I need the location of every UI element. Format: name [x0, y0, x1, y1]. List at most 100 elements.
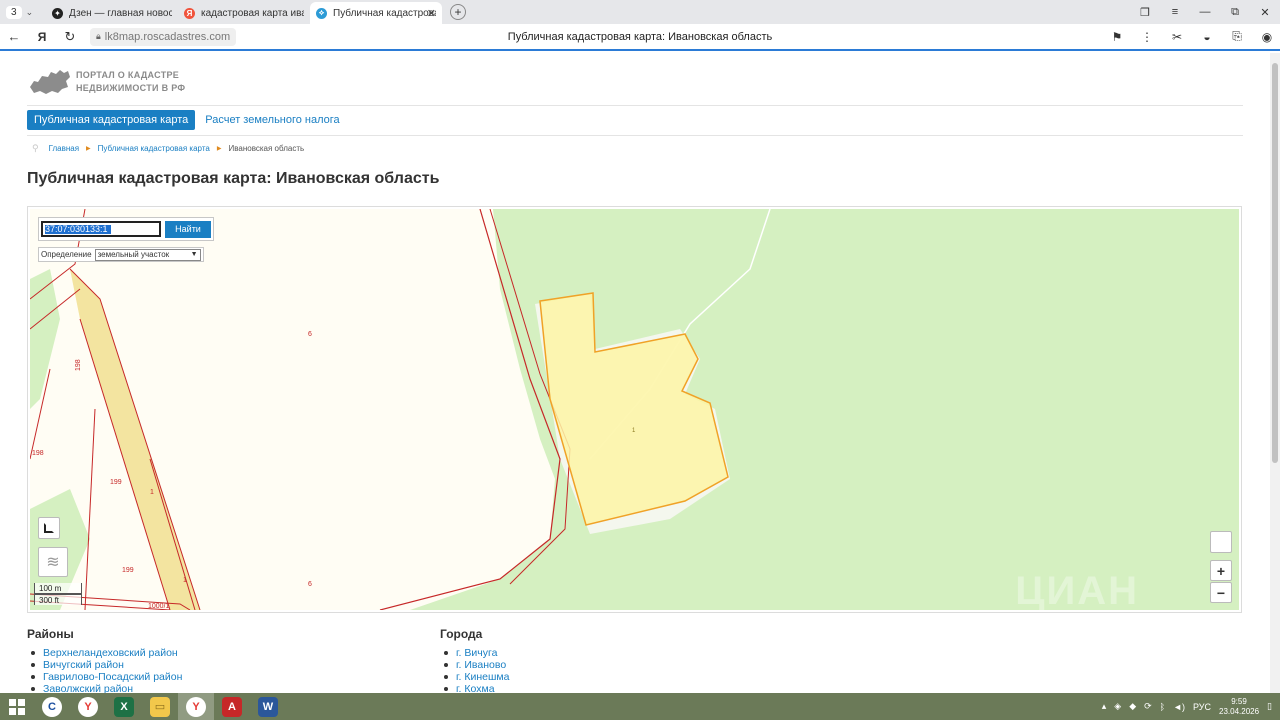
location-pin-icon: ⚲ [32, 143, 39, 153]
minimize-icon[interactable]: — [1190, 6, 1220, 18]
language-indicator[interactable]: РУС [1193, 702, 1211, 712]
bookmarks-panel-icon[interactable]: ❐ [1130, 6, 1160, 19]
shield-icon[interactable]: ◆ [1129, 701, 1136, 712]
divider [27, 135, 1243, 136]
tab-dzen[interactable]: ✦ Дзен — главная новостная [46, 2, 178, 24]
chevron-down-icon[interactable]: ⌄ [26, 7, 34, 18]
breadcrumb-home[interactable]: Главная [49, 144, 79, 153]
logo-line-1: ПОРТАЛ О КАДАСТРЕ [76, 70, 180, 80]
close-icon[interactable]: ✕ [427, 7, 436, 20]
logo-text: ПОРТАЛ О КАДАСТРЕ НЕДВИЖИМОСТИ В РФ [76, 69, 185, 95]
breadcrumb-cadastral-map[interactable]: Публичная кадастровая карта [98, 144, 210, 153]
more-icon[interactable]: ⋮ [1138, 30, 1156, 44]
sync-icon[interactable]: ⟳ [1144, 701, 1152, 712]
cadastral-number-input[interactable] [41, 221, 161, 237]
city-link[interactable]: г. Кохма [440, 683, 509, 693]
taskbar-word[interactable]: W [250, 693, 286, 720]
chevron-up-icon[interactable]: ▴ [1102, 701, 1107, 712]
site-logo[interactable]: ПОРТАЛ О КАДАСТРЕ НЕДВИЖИМОСТИ В РФ [28, 67, 185, 97]
definition-panel: Определение земельный участок ▼ [38, 247, 204, 262]
downloads-icon[interactable]: ◒ [1198, 30, 1216, 44]
city-link[interactable]: г. Кинешма [440, 671, 509, 683]
cadastral-map[interactable]: 6 198 198 199 1 199 1 6 1000/1 1 Найти О… [30, 209, 1239, 610]
layers-button[interactable]: ≋ [38, 547, 68, 577]
taskbar-explorer[interactable]: ▭ [142, 693, 178, 720]
word-icon: W [258, 696, 278, 717]
menu-icon[interactable]: ≡ [1160, 6, 1190, 18]
windows-taskbar: C Y X ▭ Y A W ▴ ◈ ◆ ⟳ ᛒ ◄) РУС 9:59 23.0… [0, 693, 1280, 720]
taskbar-yandex[interactable]: Y [70, 693, 106, 720]
back-arrow-icon[interactable]: ← [0, 29, 28, 44]
tab-cadastral-map[interactable]: ⟡ Публичная кадастрова ✕ [310, 2, 442, 24]
cadastral-search: Найти [38, 217, 214, 241]
page-scrollbar[interactable] [1270, 53, 1280, 693]
page-title-display: Публичная кадастровая карта: Ивановская … [507, 30, 773, 43]
cities-title: Города [440, 627, 483, 641]
url-field[interactable]: 🔒︎ lk8map.roscadastres.com [90, 27, 237, 46]
map-label: 1 [150, 489, 154, 496]
bluetooth-icon[interactable]: ᛒ [1160, 702, 1165, 712]
fullscreen-button[interactable] [1210, 531, 1232, 553]
new-tab-button[interactable]: + [450, 4, 466, 20]
volume-icon[interactable]: ◄) [1173, 702, 1185, 712]
menu-item-land-tax[interactable]: Расчет земельного налога [205, 114, 339, 126]
lock-icon: 🔒︎ [96, 31, 101, 41]
dzen-icon: ✦ [52, 7, 63, 19]
scrollbar-thumb[interactable] [1272, 63, 1278, 463]
c-app-icon: C [42, 696, 62, 717]
city-link[interactable]: г. Вичуга [440, 647, 509, 659]
close-window-icon[interactable]: ✕ [1250, 6, 1280, 19]
map-frame: 6 198 198 199 1 199 1 6 1000/1 1 Найти О… [27, 206, 1242, 613]
clock[interactable]: 9:59 23.04.2026 [1219, 697, 1259, 717]
tab-yandex-search[interactable]: Я кадастровая карта иванов [178, 2, 310, 24]
map-label: 1 [183, 577, 187, 584]
taskbar-app-c[interactable]: C [34, 693, 70, 720]
district-link[interactable]: Гаврилово-Посадский район [27, 671, 182, 683]
taskbar-pdf[interactable]: A [214, 693, 250, 720]
scale-metric: 100 m [34, 583, 82, 594]
extensions-icon[interactable]: ✂ [1168, 30, 1186, 44]
collections-icon[interactable]: ⎘ [1228, 29, 1246, 44]
zoom-out-button[interactable]: − [1210, 582, 1232, 603]
profile-icon[interactable]: ◉ [1258, 30, 1276, 44]
taskbar-excel[interactable]: X [106, 693, 142, 720]
map-canvas[interactable]: 6 198 198 199 1 199 1 6 1000/1 1 [30, 209, 1239, 610]
tab-counter[interactable]: 3 ⌄ [6, 3, 46, 21]
districts-title: Районы [27, 627, 74, 641]
address-bar: ← Я ↻ 🔒︎ lk8map.roscadastres.com Публичн… [0, 24, 1280, 51]
yandex-browser-icon: Y [78, 696, 98, 717]
yandex-home-icon[interactable]: Я [28, 30, 56, 44]
roscadastres-icon: ⟡ [316, 7, 327, 19]
breadcrumb-arrow-icon: ▶ [86, 146, 91, 152]
folder-icon: ▭ [150, 696, 170, 717]
layers-icon: ≋ [46, 554, 60, 571]
map-scale: 100 m 300 ft [34, 583, 82, 605]
find-button[interactable]: Найти [165, 220, 211, 238]
system-tray: ▴ ◈ ◆ ⟳ ᛒ ◄) РУС 9:59 23.04.2026 ▯ [1102, 693, 1272, 720]
districts-list: Верхнеландеховский район Вичугский район… [27, 647, 182, 693]
chevron-down-icon: ▼ [190, 251, 198, 258]
district-link[interactable]: Вичугский район [27, 659, 182, 671]
map-label: 6 [308, 331, 312, 338]
district-link[interactable]: Заволжский район [27, 683, 182, 693]
main-menu: Публичная кадастровая карта Расчет земел… [27, 110, 340, 130]
taskbar-yandex-active[interactable]: Y [178, 693, 214, 720]
reload-icon[interactable]: ↻ [56, 29, 84, 45]
district-link[interactable]: Верхнеландеховский район [27, 647, 182, 659]
zoom-in-button[interactable]: + [1210, 560, 1232, 581]
tab-count: 3 [6, 5, 22, 19]
web-page: ПОРТАЛ О КАДАСТРЕ НЕДВИЖИМОСТИ В РФ Публ… [0, 53, 1270, 693]
bookmark-icon[interactable]: ⚑ [1108, 30, 1126, 44]
breadcrumb: ⚲ Главная ▶ Публичная кадастровая карта … [32, 143, 304, 154]
restore-icon[interactable]: ⧉ [1220, 6, 1250, 19]
windows-logo-icon [9, 698, 25, 715]
city-link[interactable]: г. Иваново [440, 659, 509, 671]
object-type-select[interactable]: земельный участок ▼ [94, 248, 201, 261]
notifications-icon[interactable]: ▯ [1267, 701, 1272, 712]
selection-tool-button[interactable] [38, 517, 60, 539]
menu-item-cadastral-map[interactable]: Публичная кадастровая карта [27, 110, 196, 130]
breadcrumb-current: Ивановская область [228, 144, 305, 153]
browser-tab-bar: 3 ⌄ ✦ Дзен — главная новостная Я кадастр… [0, 0, 1280, 24]
start-button[interactable] [0, 698, 34, 715]
network-icon[interactable]: ◈ [1114, 701, 1121, 712]
